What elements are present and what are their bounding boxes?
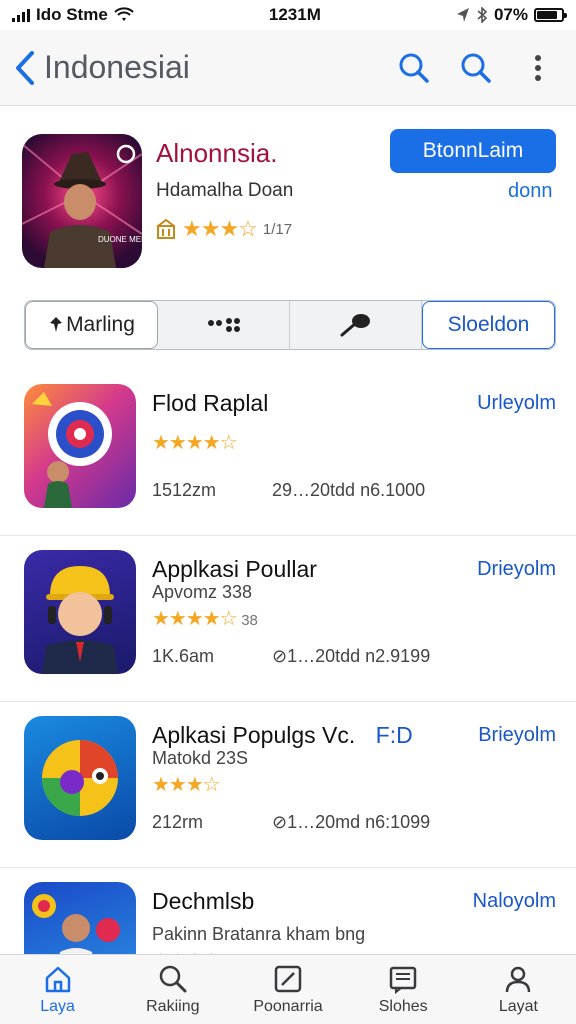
featured-icon-text: DUONE MEDI [98,235,142,244]
tab-home[interactable]: Laya [0,955,115,1024]
document-icon [389,966,417,994]
carrier-name: Ido Stme [36,5,108,24]
app-action-link[interactable]: Urleyolm [477,392,556,415]
bottom-tab-bar: Laya Rakiing Poonarria Slohes Layat [0,954,576,1024]
app-action-link[interactable]: Naloyolm [473,890,556,913]
tab-grid[interactable] [158,301,290,349]
app-subtitle: Apvomz 338 [152,582,253,602]
signal-icon [12,8,30,22]
battery-icon [534,8,567,22]
tab-documents[interactable]: Slohes [346,955,461,1024]
featured-rating-count: 1/17 [262,220,293,238]
app-date: ⊘1…20tdd n2.9199 [272,646,431,666]
app-icon[interactable] [24,716,136,840]
location-icon [456,8,469,22]
featured-app-icon[interactable]: DUONE MEDI [22,134,142,268]
app-title: Applkasi Poullar [152,556,317,582]
tab-selection[interactable]: Sloeldon [422,301,555,349]
featured-rating: ★★★☆ 1/17 [156,216,292,242]
wrench-icon [340,314,370,337]
segmented-control: Marling Sloeldon [24,300,556,350]
search-icon [159,965,187,992]
tab-selection-label: Sloeldon [447,313,530,336]
app-list: Flod Raplal ★★★★☆ 1512zm 29…20tdd n6.100… [0,370,576,982]
featured-app-title: Alnonnsia. [156,138,278,168]
tab-profile[interactable]: Layat [461,955,576,1024]
home-icon [45,966,70,992]
search-icon-secondary[interactable] [456,48,496,88]
tab-ranking-label: Marling [66,313,135,336]
app-stars: ★★★★☆ 38 [152,608,258,630]
app-action-link[interactable]: Brieyolm [478,724,556,747]
app-size: 212rm [152,812,204,832]
app-date: ⊘1…20md n6:1099 [272,812,431,832]
list-item[interactable]: Aplkasi Populgs Vc. F:D Matokd 23S ★★★☆ … [0,702,576,868]
list-item[interactable]: Flod Raplal ★★★★☆ 1512zm 29…20tdd n6.100… [0,370,576,536]
app-subtitle: Pakinn Bratanra kham bng [152,924,366,944]
tab-search[interactable]: Rakiing [115,955,230,1024]
tab-label: Layat [498,997,538,1015]
app-size: 1K.6am [152,646,215,666]
edit-icon [274,965,302,992]
list-item[interactable]: Applkasi Poullar Apvomz 338 ★★★★☆ 38 1K.… [0,536,576,702]
app-action-link[interactable]: Drieyolm [477,558,556,581]
tab-label: Rakiing [146,997,200,1015]
app-stars: ★★★☆ [152,774,221,796]
page-title: Indonesiai [44,49,190,85]
wifi-icon [114,7,134,21]
tab-edit[interactable]: Poonarria [230,955,345,1024]
app-stars: ★★★★☆ [152,432,238,454]
pin-icon [50,317,63,332]
app-title-badge: F:D [375,722,413,748]
dots-grid-icon [207,318,240,332]
tab-label: Poonarria [253,997,323,1015]
app-icon[interactable] [24,550,136,674]
featured-secondary-link[interactable]: donn [508,180,553,203]
app-size: 1512zm [152,480,217,500]
tab-label: Laya [40,997,75,1015]
more-options-icon[interactable] [518,48,558,88]
navigation-bar: Indonesiai [0,30,576,106]
battery-percent: 07% [493,5,528,24]
featured-stars: ★★★☆ [182,216,258,241]
app-subtitle: Matokd 23S [152,748,249,768]
featured-app-card[interactable]: DUONE MEDI Alnonnsia. Hdamalha Doan ★★★☆… [22,120,556,280]
app-title: Flod Raplal [152,390,269,416]
app-title: Dechmlsb [152,888,255,914]
person-icon [506,966,531,992]
featured-app-subtitle: Hdamalha Doan [156,180,294,201]
featured-action-button[interactable]: BtonnLaim [390,129,556,173]
award-icon [157,218,175,239]
app-icon[interactable] [24,384,136,508]
app-date: 29…20tdd n6.1000 [272,480,426,500]
app-title: Aplkasi Populgs Vc. F:D [152,722,413,748]
bluetooth-icon [477,7,488,23]
status-bar: Ido Stme 1231M 07% [0,0,576,30]
back-chevron-icon[interactable] [10,48,40,88]
tab-tools[interactable] [290,301,422,349]
search-icon[interactable] [394,48,434,88]
status-time: 1231M [268,5,321,24]
tab-ranking[interactable]: Marling [25,301,158,349]
tab-label: Slohes [378,997,428,1015]
